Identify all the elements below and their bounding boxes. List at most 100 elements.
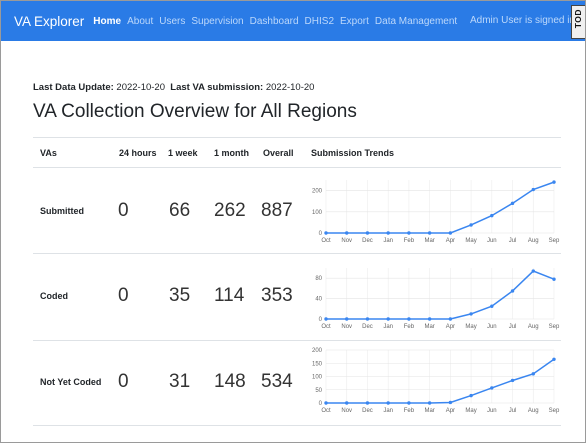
data-point bbox=[386, 317, 390, 321]
nav-export[interactable]: Export bbox=[340, 16, 369, 27]
coded-overall: 353 bbox=[261, 285, 293, 306]
row-label-coded: Coded bbox=[40, 291, 68, 301]
data-point bbox=[365, 317, 370, 321]
series-line bbox=[326, 181, 555, 234]
data-point bbox=[448, 317, 453, 321]
col-header-1-month: 1 month bbox=[214, 148, 249, 158]
y-tick-label: 0 bbox=[319, 231, 323, 237]
x-tick-label: Feb bbox=[404, 238, 415, 244]
x-tick-label: Aug bbox=[528, 324, 539, 330]
nav-dashboard[interactable]: Dashboard bbox=[250, 16, 299, 27]
x-tick-label: Jul bbox=[509, 408, 517, 414]
nav-data-management[interactable]: Data Management bbox=[375, 16, 457, 27]
y-tick-label: 100 bbox=[312, 375, 323, 381]
data-point bbox=[345, 401, 349, 405]
submitted-overall: 887 bbox=[261, 200, 293, 221]
data-point bbox=[427, 401, 432, 405]
data-point bbox=[510, 289, 515, 293]
y-tick-label: 200 bbox=[312, 348, 323, 354]
x-tick-label: Apr bbox=[446, 324, 455, 330]
data-point bbox=[510, 378, 515, 383]
last-update-label: Last Data Update: bbox=[33, 82, 114, 93]
x-tick-label: Oct bbox=[321, 324, 331, 330]
x-tick-label: Jun bbox=[487, 408, 497, 414]
data-point bbox=[427, 231, 432, 235]
x-tick-label: Jun bbox=[487, 238, 497, 244]
x-tick-label: Feb bbox=[404, 324, 415, 330]
debug-toolbar-tab[interactable]: TOD bbox=[571, 5, 585, 39]
nav-users[interactable]: Users bbox=[159, 16, 185, 27]
data-point bbox=[469, 312, 473, 316]
data-point bbox=[531, 269, 535, 273]
nav-home[interactable]: Home bbox=[93, 16, 121, 27]
y-tick-label: 40 bbox=[315, 297, 322, 303]
y-tick-label: 0 bbox=[319, 317, 323, 323]
x-tick-label: Jul bbox=[509, 324, 517, 330]
data-point bbox=[469, 223, 473, 227]
data-point bbox=[552, 277, 556, 281]
page-title: VA Collection Overview for All Regions bbox=[33, 101, 357, 122]
x-tick-label: Sep bbox=[549, 408, 560, 414]
last-update-value: 2022-10-20 bbox=[116, 82, 166, 93]
y-tick-label: 100 bbox=[312, 210, 323, 216]
col-header-overall: Overall bbox=[263, 148, 294, 158]
row-label-submitted: Submitted bbox=[40, 206, 84, 216]
nav-about[interactable]: About bbox=[127, 16, 153, 27]
coded-24h: 0 bbox=[118, 285, 129, 306]
data-point bbox=[407, 317, 411, 321]
data-point bbox=[490, 304, 494, 308]
x-tick-label: Oct bbox=[321, 408, 331, 414]
x-tick-label: Dec bbox=[362, 238, 373, 244]
col-header-submission-trends: Submission Trends bbox=[311, 148, 395, 158]
series-line bbox=[326, 358, 555, 404]
x-tick-label: Dec bbox=[362, 408, 373, 414]
x-tick-label: Mar bbox=[424, 408, 434, 414]
data-point bbox=[365, 401, 370, 405]
x-tick-label: Jun bbox=[487, 324, 497, 330]
x-tick-label: Nov bbox=[341, 238, 352, 244]
submitted-24h: 0 bbox=[118, 200, 129, 221]
data-point bbox=[407, 231, 411, 235]
not-yet-coded-week: 31 bbox=[169, 371, 191, 392]
y-tick-label: 150 bbox=[312, 361, 323, 367]
x-tick-label: Jul bbox=[509, 238, 517, 244]
x-tick-label: Sep bbox=[549, 324, 560, 330]
data-point bbox=[531, 372, 535, 376]
x-tick-label: Nov bbox=[341, 408, 352, 414]
data-point bbox=[324, 317, 328, 321]
x-tick-label: Mar bbox=[424, 238, 434, 244]
not-yet-coded-month: 148 bbox=[214, 371, 246, 392]
x-tick-label: May bbox=[465, 408, 476, 414]
not-yet-coded-24h: 0 bbox=[118, 371, 129, 392]
data-point bbox=[324, 231, 328, 235]
x-tick-label: Aug bbox=[528, 408, 539, 414]
nav-dhis2[interactable]: DHIS2 bbox=[305, 16, 334, 27]
x-tick-label: Jan bbox=[383, 238, 393, 244]
col-header-1-week: 1 week bbox=[168, 148, 198, 158]
last-submission-label: Last VA submission: bbox=[170, 82, 264, 93]
col-header-24-hours: 24 hours bbox=[119, 148, 157, 158]
signed-in-status: Admin User is signed in. bbox=[470, 15, 578, 26]
data-point bbox=[448, 231, 453, 235]
data-point bbox=[386, 231, 390, 235]
x-tick-label: May bbox=[465, 238, 476, 244]
x-tick-label: Jan bbox=[383, 408, 393, 414]
row-divider-3 bbox=[33, 425, 561, 426]
not-yet-coded-trend-chart: 0 50 100 150 200 Oct Nov Dec Jan Feb Mar Apr May Jun J… bbox=[312, 348, 560, 414]
submitted-trend-chart: 0 100 200 Oct Nov Dec Jan Feb Mar Apr May Jun Jul Aug… bbox=[312, 180, 560, 244]
row-label-not-yet-coded: Not Yet Coded bbox=[40, 377, 102, 387]
top-navbar: VA Explorer Home About Users Supervision… bbox=[1, 1, 585, 41]
y-tick-label: 200 bbox=[312, 189, 323, 195]
data-point bbox=[365, 231, 370, 235]
brand-logo[interactable]: VA Explorer bbox=[14, 14, 84, 29]
header-divider bbox=[33, 167, 561, 168]
nav-supervision[interactable]: Supervision bbox=[191, 16, 243, 27]
data-point bbox=[448, 400, 453, 405]
data-point bbox=[490, 386, 494, 390]
data-point bbox=[345, 317, 349, 321]
data-point bbox=[345, 231, 349, 235]
data-point bbox=[324, 401, 328, 405]
app-window: VA Explorer Home About Users Supervision… bbox=[0, 0, 586, 443]
last-update-info: Last Data Update: 2022-10-20 Last VA sub… bbox=[33, 82, 314, 93]
x-tick-label: Apr bbox=[446, 408, 455, 414]
